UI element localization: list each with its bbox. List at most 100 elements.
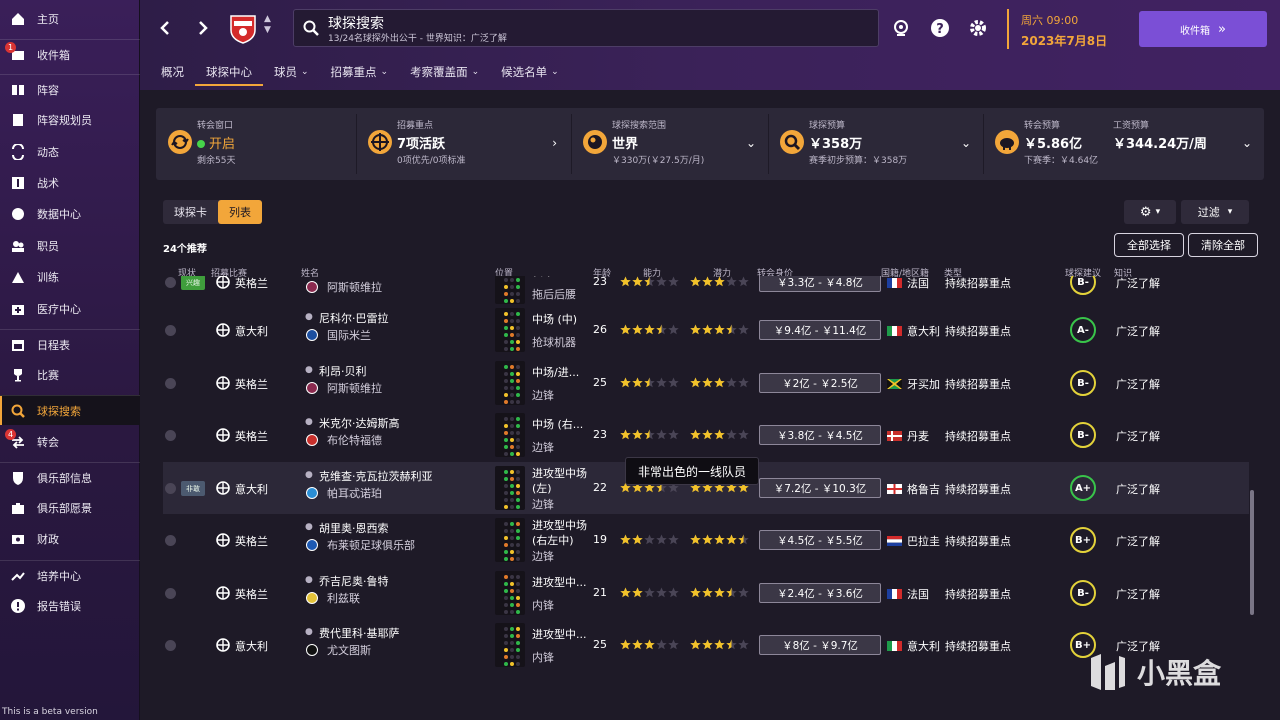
row-select-checkbox[interactable] (165, 430, 176, 441)
recruitment-type: 持续招募重点 (945, 325, 1011, 338)
player-name[interactable]: 胡里奥·恩西索 (319, 520, 389, 536)
player-row[interactable]: 英格兰 ● 米克尔·达姆斯高 布伦特福德 中场 (右... 边锋 23 ￥3.8亿 - ￥4.… (163, 409, 1249, 461)
globe-icon (216, 428, 230, 442)
club-name[interactable]: 阿斯顿维拉 (327, 380, 382, 396)
player-name[interactable]: 乔吉尼奥·鲁特 (319, 573, 389, 589)
tab-3[interactable]: 招募重点 ⌄ (320, 58, 400, 86)
sidebar-item-data-hub[interactable]: 数据中心 (0, 199, 140, 229)
filter-button[interactable]: 过滤 ▾ (1181, 200, 1249, 224)
player-name[interactable]: 克维查·克瓦拉茨赫利亚 (319, 468, 433, 484)
row-select-checkbox[interactable] (165, 535, 176, 546)
person-icon: ● (305, 522, 313, 532)
stat-divider (356, 114, 357, 174)
club-switch-arrows[interactable]: ▲ ▼ (264, 14, 271, 36)
sidebar-item-label: 财政 (37, 533, 59, 546)
sidebar-item-finance[interactable]: 财政 (0, 524, 140, 554)
tab-0[interactable]: 概况 (150, 58, 195, 86)
sidebar-item-home[interactable]: 主页 (0, 4, 140, 34)
view-list-button[interactable]: 列表 (218, 200, 262, 224)
tab-5[interactable]: 候选名单 ⌄ (490, 58, 570, 86)
tab-1[interactable]: 球探中心 (195, 58, 263, 86)
player-name[interactable]: 米克尔·达姆斯高 (319, 415, 400, 431)
club-name[interactable]: 国际米兰 (327, 327, 371, 343)
club-name[interactable]: 帕耳忒诺珀 (327, 485, 382, 501)
clear-all-button[interactable]: 清除全部 (1188, 233, 1258, 257)
sidebar-item-trophy[interactable]: 比赛 (0, 360, 140, 390)
stat-2[interactable]: 球探搜索范围 世界 ￥330万(￥27.5万/月) ⌄ (571, 108, 768, 180)
sidebar-item-label: 培养中心 (37, 569, 81, 583)
stat-1[interactable]: 招募重点 7项活跃 0项优先/0项标准 › (356, 108, 571, 180)
search-box[interactable]: 球探搜索 13/24名球探外出公干 - 世界知识：广泛了解 (293, 9, 879, 47)
sidebar-item-development[interactable]: 培养中心 (0, 560, 140, 590)
back-button[interactable] (154, 14, 176, 42)
tab-4[interactable]: 考察覆盖面 ⌄ (399, 58, 490, 86)
sidebar-item-calendar[interactable]: 日程表 (0, 329, 140, 359)
sidebar-item-training[interactable]: 训练 (0, 262, 140, 292)
player-row[interactable]: 英格兰 ● 乔吉尼奥·鲁特 利兹联 进攻型中... 内锋 21 ￥2.4亿 - ￥3.6亿 法国… (163, 567, 1249, 619)
position-map (495, 276, 525, 304)
player-name[interactable]: 利昂·贝利 (319, 363, 367, 379)
sidebar-item-search[interactable]: 球探搜索 (0, 395, 140, 425)
list-scrollbar[interactable] (1250, 490, 1254, 615)
squad-icon (9, 82, 27, 98)
help-icon[interactable]: ? (929, 17, 951, 39)
knowledge-level: 广泛了解 (1116, 430, 1160, 443)
position: 进攻型中... (532, 576, 587, 589)
continue-inbox-button[interactable]: 收件箱 » (1139, 11, 1267, 47)
sidebar-item-staff[interactable]: 职员 (0, 231, 140, 261)
sidebar-item-inbox[interactable]: 收件箱 1 (0, 39, 140, 69)
game-date[interactable]: 周六 09:00 2023年7月8日 (1007, 9, 1127, 49)
sidebar-item-clipboard[interactable]: 阵容规划员 (0, 105, 140, 135)
status-badge: 兴趣 (181, 276, 205, 290)
row-select-checkbox[interactable] (165, 378, 176, 389)
chevron-down-icon: ▾ (1155, 207, 1161, 217)
view-settings-button[interactable]: ⚙ ▾ (1124, 200, 1176, 224)
club-name[interactable]: 阿斯顿维拉 (327, 279, 382, 295)
sidebar-item-alert[interactable]: 报告错误 (0, 591, 140, 621)
alert-icon (9, 598, 27, 614)
view-cards-button[interactable]: 球探卡 (163, 200, 218, 224)
player-name[interactable]: 费代里科·基耶萨 (319, 625, 400, 641)
recruitment-type: 持续招募重点 (945, 277, 1011, 290)
tab-2[interactable]: 球员 ⌄ (263, 58, 320, 86)
row-select-checkbox[interactable] (165, 588, 176, 599)
player-row[interactable]: 英格兰 ● 利昂·贝利 阿斯顿维拉 中场/进... 边锋 25 ￥2亿 - ￥2.5亿 牙买加持… (163, 357, 1249, 409)
sidebar-item-tactics[interactable]: 战术 (0, 168, 140, 198)
sidebar-item-dynamics[interactable]: 动态 (0, 137, 140, 167)
row-select-checkbox[interactable] (165, 483, 176, 494)
transfer-value: ￥8亿 - ￥9.7亿 (759, 635, 881, 655)
club-name[interactable]: 布伦特福德 (327, 432, 382, 448)
club-badge-icon[interactable] (228, 12, 258, 44)
chevron-down-icon: ⌄ (745, 136, 756, 150)
select-all-button[interactable]: 全部选择 (1114, 233, 1184, 257)
forward-button[interactable] (192, 14, 214, 42)
club-name[interactable]: 布莱顿足球俱乐部 (327, 537, 415, 553)
sidebar-item-medical[interactable]: 医疗中心 (0, 294, 140, 324)
sidebar-item-transfers[interactable]: 转会 4 (0, 427, 140, 457)
role: 边锋 (532, 550, 554, 563)
stat-mag-icon (780, 130, 804, 154)
scout-icon[interactable] (890, 17, 912, 39)
stat-3[interactable]: 球探预算 ￥358万 赛季初步预算：￥358万 ⌄ (768, 108, 983, 180)
sidebar-item-briefcase[interactable]: 俱乐部愿景 (0, 493, 140, 523)
sidebar-item-shield[interactable]: 俱乐部信息 (0, 462, 140, 492)
row-select-checkbox[interactable] (165, 640, 176, 651)
staff-icon (9, 238, 27, 254)
knowledge-level: 广泛了解 (1116, 325, 1160, 338)
player-name[interactable]: 尼科尔·巴雷拉 (319, 310, 389, 326)
sidebar-item-label: 动态 (37, 146, 59, 159)
person-icon: ● (305, 575, 313, 585)
tab-label: 考察覆盖面 (410, 65, 468, 79)
sidebar-item-squad[interactable]: 阵容 (0, 74, 140, 104)
stat-5[interactable]: 工资预算 ￥344.24万/周 ⌄ (1113, 108, 1264, 180)
settings-gear-icon[interactable] (967, 17, 989, 39)
club-name[interactable]: 尤文图斯 (327, 642, 371, 658)
league-name: 英格兰 (235, 277, 268, 290)
sidebar: 主页收件箱 1 阵容 阵容规划员动态战术 数据中心 职员 训练 医疗中心日程表 比赛球探搜索 转会… (0, 0, 140, 720)
player-row[interactable]: 英格兰 ● 胡里奥·恩西索 布莱顿足球俱乐部 进攻型中场 (右左中) 边锋 19 ￥4.5亿 -… (163, 514, 1249, 566)
row-select-checkbox[interactable] (165, 277, 176, 288)
row-select-checkbox[interactable] (165, 325, 176, 336)
club-name[interactable]: 利兹联 (327, 590, 360, 606)
player-row[interactable]: 意大利 ● 尼科尔·巴雷拉 国际米兰 中场 (中) 抢球机器 26 ￥9.4亿 - ￥11.4… (163, 304, 1249, 356)
position: 进攻型中场 (532, 519, 587, 532)
